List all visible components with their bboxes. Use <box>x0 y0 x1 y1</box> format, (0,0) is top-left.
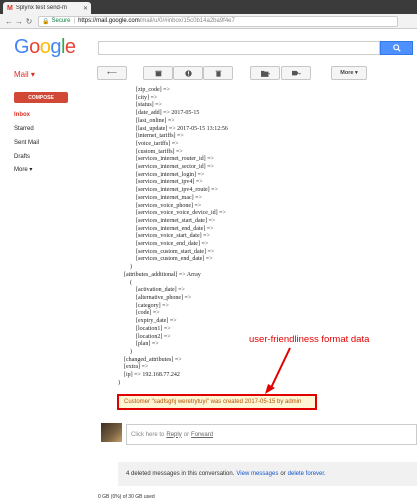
mail-menu[interactable]: Mail ▾ <box>14 70 35 79</box>
url-path: /mail/u/0/#inbox/15c0b14a2ba9f4e7 <box>139 18 235 24</box>
tab-title: Splynx test send-m <box>15 5 67 11</box>
browser-tab-strip: M Splynx test send-m ✕ <box>0 0 417 14</box>
url-separator: | <box>73 18 76 24</box>
annotation-text: user-friendliness format data <box>249 334 370 345</box>
logo-letter: g <box>50 36 61 58</box>
close-icon[interactable]: ✕ <box>83 5 91 12</box>
url-input[interactable]: 🔒 Secure | https://mail.google.com /mail… <box>38 15 398 27</box>
sidebar-item-sent-mail[interactable]: Sent Mail <box>14 140 39 146</box>
avatar <box>101 423 122 442</box>
sidebar-item-inbox[interactable]: Inbox <box>14 112 30 118</box>
message-line: [services_internet_end_date] => <box>118 225 214 232</box>
search-button[interactable] <box>380 41 413 55</box>
message-line: [code] => <box>118 310 160 317</box>
message-line: [services_custom_end_date] => <box>118 256 213 263</box>
message-line: [custom_tariffs] => <box>118 148 183 155</box>
message-line: [location1] => <box>118 325 171 332</box>
reply-or: or <box>183 431 190 438</box>
back-to-inbox-button[interactable]: ⟵ <box>97 66 127 80</box>
message-line: [date_add] => 2017-05-15 <box>118 110 200 117</box>
address-bar: ← → ↻ 🔒 Secure | https://mail.google.com… <box>0 14 417 29</box>
logo-letter: G <box>14 36 30 58</box>
logo-letter: o <box>39 36 51 58</box>
spam-icon <box>184 69 192 77</box>
reply-box[interactable]: Click here to Reply or Forward <box>126 424 417 445</box>
message-line: [services_internet_router_id] => <box>118 156 214 163</box>
secure-label: Secure <box>51 18 71 24</box>
compose-button[interactable]: COMPOSE <box>14 92 68 103</box>
search-input[interactable] <box>98 41 380 55</box>
message-line: [services_voice_phone] => <box>118 202 202 209</box>
message-line: [internet_tariffs] => <box>118 133 184 140</box>
message-line: [services_voice_voice_device_id] => <box>118 210 226 217</box>
deleted-or: or <box>280 471 286 477</box>
trash-icon <box>215 70 221 77</box>
message-line: [city] => <box>118 94 158 101</box>
view-messages-link[interactable]: View messages <box>236 471 278 477</box>
sidebar-item-more[interactable]: More ▾ <box>14 166 32 173</box>
message-line: [services_internet_ipv4] => <box>118 179 203 186</box>
archive-icon <box>154 70 162 76</box>
forward-link[interactable]: Forward <box>191 432 213 438</box>
delete-forever-link[interactable]: delete forever. <box>288 471 326 477</box>
forward-icon[interactable]: → <box>14 17 24 26</box>
sidebar-item-starred[interactable]: Starred <box>14 126 34 132</box>
message-line: [voice_tariffs] => <box>118 140 179 147</box>
back-icon[interactable]: ← <box>4 17 14 26</box>
message-line: [category] => <box>118 302 169 309</box>
browser-tab[interactable]: M Splynx test send-m ✕ <box>3 2 91 14</box>
reply-prefix: Click here to <box>131 431 165 438</box>
message-line: [services_internet_ipv4_route] => <box>118 187 218 194</box>
deleted-messages-bar: 4 deleted messages in this conversation.… <box>118 462 417 486</box>
move-to-button[interactable] <box>250 66 280 80</box>
back-arrow-icon: ⟵ <box>106 70 118 77</box>
customer-created-notice: Customer "sadfsghj weretrytuyi" was crea… <box>117 394 317 410</box>
message-line: [services_internet_sector_id] => <box>118 164 214 171</box>
label-icon <box>291 70 301 75</box>
labels-button[interactable] <box>281 66 311 80</box>
archive-button[interactable] <box>143 66 173 80</box>
delete-button[interactable] <box>203 66 233 80</box>
message-line: [services_internet_login] => <box>118 171 205 178</box>
more-actions-button[interactable]: More ▾ <box>331 66 367 80</box>
message-line: [expiry_date] => <box>118 318 177 325</box>
logo-letter: o <box>29 36 40 58</box>
message-line: [attributes_additional] => Array <box>118 271 201 278</box>
storage-usage: 0 GB (0%) of 30 GB used <box>98 494 155 500</box>
google-logo[interactable]: Google <box>14 36 76 59</box>
sidebar-item-drafts[interactable]: Drafts <box>14 154 30 160</box>
message-line: [services_voice_start_date] => <box>118 233 210 240</box>
message-line: [services_internet_start_date] => <box>118 217 216 224</box>
folder-icon <box>260 70 270 77</box>
reply-link[interactable]: Reply <box>166 432 181 438</box>
report-spam-button[interactable] <box>173 66 203 80</box>
message-line: [services_internet_mac] => <box>118 194 202 201</box>
lock-icon: 🔒 <box>42 18 50 25</box>
search-icon <box>392 44 401 52</box>
annotation-arrow <box>265 347 291 394</box>
gmail-icon: M <box>7 4 13 12</box>
reload-icon[interactable]: ↻ <box>24 17 34 26</box>
message-line: [services_custom_start_date] => <box>118 248 215 255</box>
notice-text: Customer "sadfsghj weretrytuyi" was crea… <box>124 399 302 405</box>
deleted-text: 4 deleted messages in this conversation. <box>126 471 235 477</box>
message-line: [activation_date] => <box>118 287 185 294</box>
url-host: https://mail.google.com <box>78 18 140 24</box>
message-line: [alternative_phone] => <box>118 294 192 301</box>
message-line: [last_online] => <box>118 117 175 124</box>
message-line: [status] => <box>118 102 162 109</box>
message-line: ( <box>118 279 132 286</box>
message-line: [services_voice_end_date] => <box>118 241 209 248</box>
message-line: ) <box>118 264 132 271</box>
message-line: [zip_code] => <box>118 87 170 93</box>
logo-letter: e <box>64 36 76 58</box>
